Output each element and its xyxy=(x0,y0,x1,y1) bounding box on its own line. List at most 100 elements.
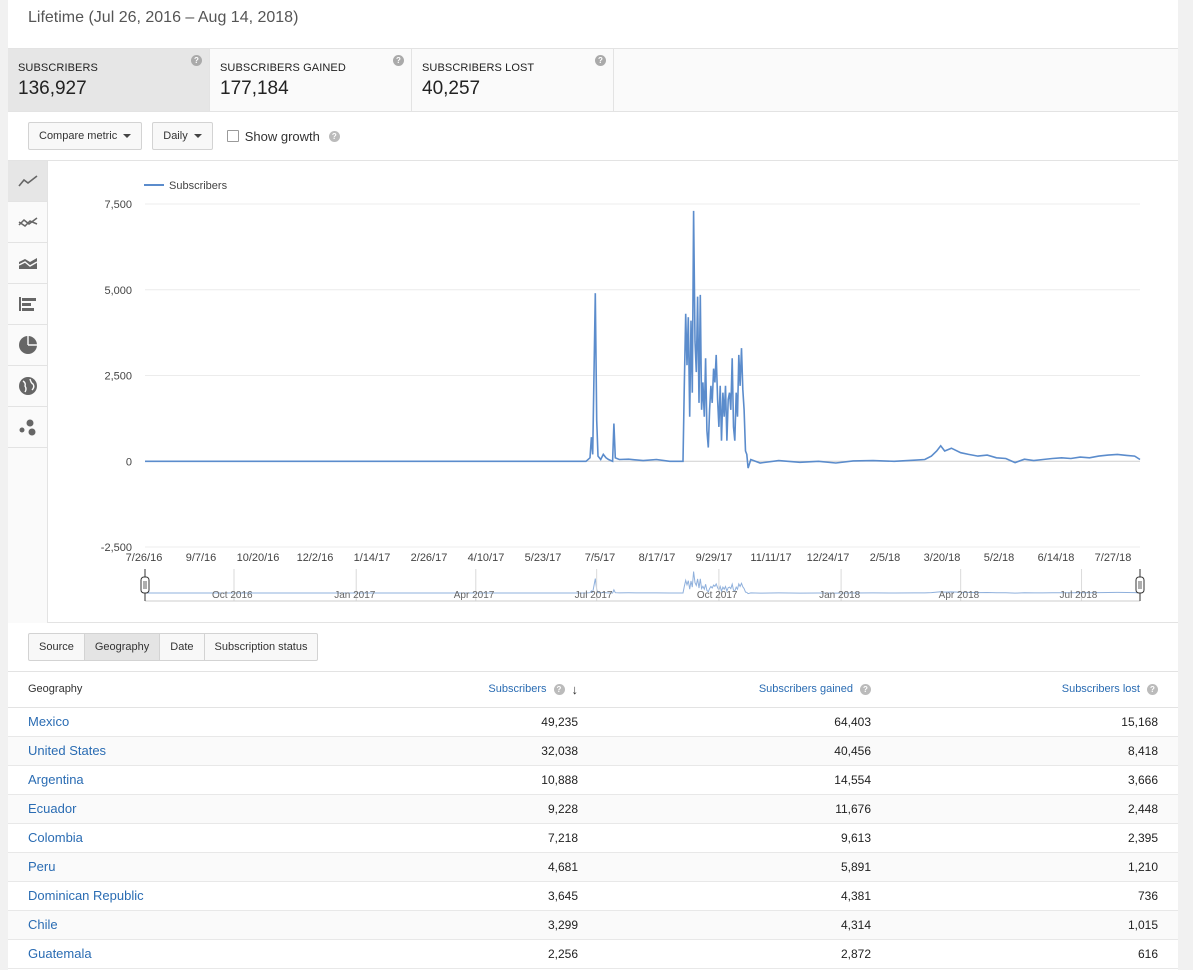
table-cell: 736 xyxy=(891,881,1178,911)
y-tick-label: 0 xyxy=(126,456,132,468)
country-link[interactable]: Peru xyxy=(8,852,308,882)
table-cell: 11,676 xyxy=(598,794,891,824)
chart-type-area[interactable] xyxy=(8,243,47,284)
country-link[interactable]: United States xyxy=(8,736,308,766)
show-growth-checkbox[interactable] xyxy=(226,130,239,142)
help-icon[interactable]: ? xyxy=(393,55,404,66)
chart-area: 7,500 5,000 2,500 0 -2,500 7/26/16 9/7/16 10/2… xyxy=(8,161,1178,623)
table-row: Dominican Republic 3,645 4,381 736 xyxy=(8,881,1178,911)
column-header-subscribers-gained[interactable]: Subscribers gained? xyxy=(598,672,891,708)
navigator-label: Jan 2017 xyxy=(334,590,376,601)
navigator-label: Apr 2018 xyxy=(939,590,980,601)
tab-source[interactable]: Source xyxy=(28,633,85,661)
metric-label: SUBSCRIBERS LOST xyxy=(422,62,535,74)
chart-type-line[interactable] xyxy=(8,161,47,202)
country-link[interactable]: Guatemala xyxy=(8,939,308,969)
chart-toolbar: Compare metric Daily Show growth ? xyxy=(8,112,1178,161)
navigator-label: Jan 2018 xyxy=(819,590,861,601)
country-link[interactable]: Mexico xyxy=(8,707,308,737)
interval-dropdown[interactable]: Daily xyxy=(152,122,213,150)
table-header-row: Geography Subscribers? ↓ Subscribers gain… xyxy=(8,672,1178,708)
country-link[interactable]: Dominican Republic xyxy=(8,881,308,911)
country-link[interactable]: Ecuador xyxy=(8,794,308,824)
pie-chart-icon xyxy=(18,336,37,354)
tab-subscription-status[interactable]: Subscription status xyxy=(203,633,319,661)
chart-type-multiline[interactable] xyxy=(8,202,47,243)
table-row: Argentina 10,888 14,554 3,666 xyxy=(8,765,1178,795)
metric-label: SUBSCRIBERS GAINED xyxy=(220,62,346,74)
navigator-label: Jul 2018 xyxy=(1060,590,1098,601)
country-link[interactable]: Argentina xyxy=(8,765,308,795)
x-tick-label: 3/20/18 xyxy=(924,552,961,564)
compare-metric-label: Compare metric xyxy=(39,130,118,142)
bar-chart-icon xyxy=(18,297,36,311)
metric-label: SUBSCRIBERS xyxy=(18,62,98,74)
date-range-header: Lifetime (Jul 26, 2016 – Aug 14, 2018) xyxy=(8,0,1178,49)
table-row: United States 32,038 40,456 8,418 xyxy=(8,736,1178,766)
chart-type-pie[interactable] xyxy=(8,325,47,366)
table-cell: 3,645 xyxy=(308,881,598,911)
metric-value: 177,184 xyxy=(220,78,289,99)
x-tick-label: 9/29/17 xyxy=(696,552,733,564)
help-icon[interactable]: ? xyxy=(860,683,871,695)
table-cell: 4,314 xyxy=(598,910,891,940)
x-tick-label: 9/7/16 xyxy=(186,552,217,564)
country-link[interactable]: Colombia xyxy=(8,823,308,853)
chart-type-map[interactable] xyxy=(8,366,47,407)
table-cell: 8,418 xyxy=(891,736,1178,766)
show-growth-toggle[interactable]: Show growth ? xyxy=(226,129,340,144)
table-cell: 40,456 xyxy=(598,736,891,766)
table-cell: 14,554 xyxy=(598,765,891,795)
table-cell: 3,666 xyxy=(891,765,1178,795)
metric-tab-subscribers-lost[interactable]: SUBSCRIBERS LOST 40,257 ? xyxy=(412,49,614,111)
column-header-subscribers[interactable]: Subscribers? ↓ xyxy=(308,672,598,708)
help-icon[interactable]: ? xyxy=(595,55,606,66)
legend-label: Subscribers xyxy=(169,180,228,192)
x-tick-label: 5/2/18 xyxy=(984,552,1015,564)
x-tick-label: 2/26/17 xyxy=(411,552,448,564)
column-header-geography: Geography xyxy=(8,672,308,708)
metric-tab-subscribers-gained[interactable]: SUBSCRIBERS GAINED 177,184 ? xyxy=(210,49,412,111)
tab-date[interactable]: Date xyxy=(159,633,205,661)
table-row: Ecuador 9,228 11,676 2,448 xyxy=(8,794,1178,824)
tab-geography[interactable]: Geography xyxy=(83,633,161,661)
metric-value: 136,927 xyxy=(18,78,87,99)
navigator-label: Apr 2017 xyxy=(454,590,495,601)
table-row: Guatemala 2,256 2,872 616 xyxy=(8,939,1178,969)
table-cell: 49,235 xyxy=(308,707,598,737)
navigator-label: Oct 2017 xyxy=(697,590,738,601)
chevron-down-icon xyxy=(193,134,202,138)
series-line-subscribers xyxy=(145,210,1141,469)
compare-metric-dropdown[interactable]: Compare metric xyxy=(28,122,143,150)
table-cell: 64,403 xyxy=(598,707,891,737)
chevron-down-icon xyxy=(123,134,132,138)
geography-table: Geography Subscribers? ↓ Subscribers gain… xyxy=(8,672,1178,969)
table-cell: 10,888 xyxy=(308,765,598,795)
table-cell: 5,891 xyxy=(598,852,891,882)
x-tick-label: 7/26/16 xyxy=(126,552,163,564)
table-cell: 4,681 xyxy=(308,852,598,882)
x-tick-label: 6/14/18 xyxy=(1038,552,1075,564)
help-icon[interactable]: ? xyxy=(1147,683,1158,695)
globe-map-icon xyxy=(18,377,37,395)
x-tick-label: 12/2/16 xyxy=(297,552,334,564)
help-icon[interactable]: ? xyxy=(328,130,340,142)
column-header-subscribers-lost[interactable]: Subscribers lost? xyxy=(891,672,1178,708)
chart-type-bar[interactable] xyxy=(8,284,47,325)
table-cell: 616 xyxy=(891,939,1178,969)
y-tick-label: 2,500 xyxy=(104,371,132,383)
country-link[interactable]: Chile xyxy=(8,910,308,940)
subscribers-line-chart[interactable]: 7,5005,0002,5000-2,500 7/26/16 9/7/16 10/2… xyxy=(48,161,1178,623)
help-icon[interactable]: ? xyxy=(191,55,202,66)
x-tick-label: 7/5/17 xyxy=(585,552,616,564)
metric-tab-subscribers[interactable]: SUBSCRIBERS 136,927 ? xyxy=(8,49,210,111)
x-tick-label: 11/11/17 xyxy=(750,552,791,564)
table-cell: 9,228 xyxy=(308,794,598,824)
help-icon[interactable]: ? xyxy=(553,683,565,695)
table-cell: 7,218 xyxy=(308,823,598,853)
table-cell: 2,395 xyxy=(891,823,1178,853)
report-dimension-tabs: Source Geography Date Subscription statu… xyxy=(8,623,1178,672)
chart-type-bubble[interactable] xyxy=(8,407,47,448)
interval-label: Daily xyxy=(163,130,188,142)
x-tick-label: 12/24/17 xyxy=(807,552,850,564)
